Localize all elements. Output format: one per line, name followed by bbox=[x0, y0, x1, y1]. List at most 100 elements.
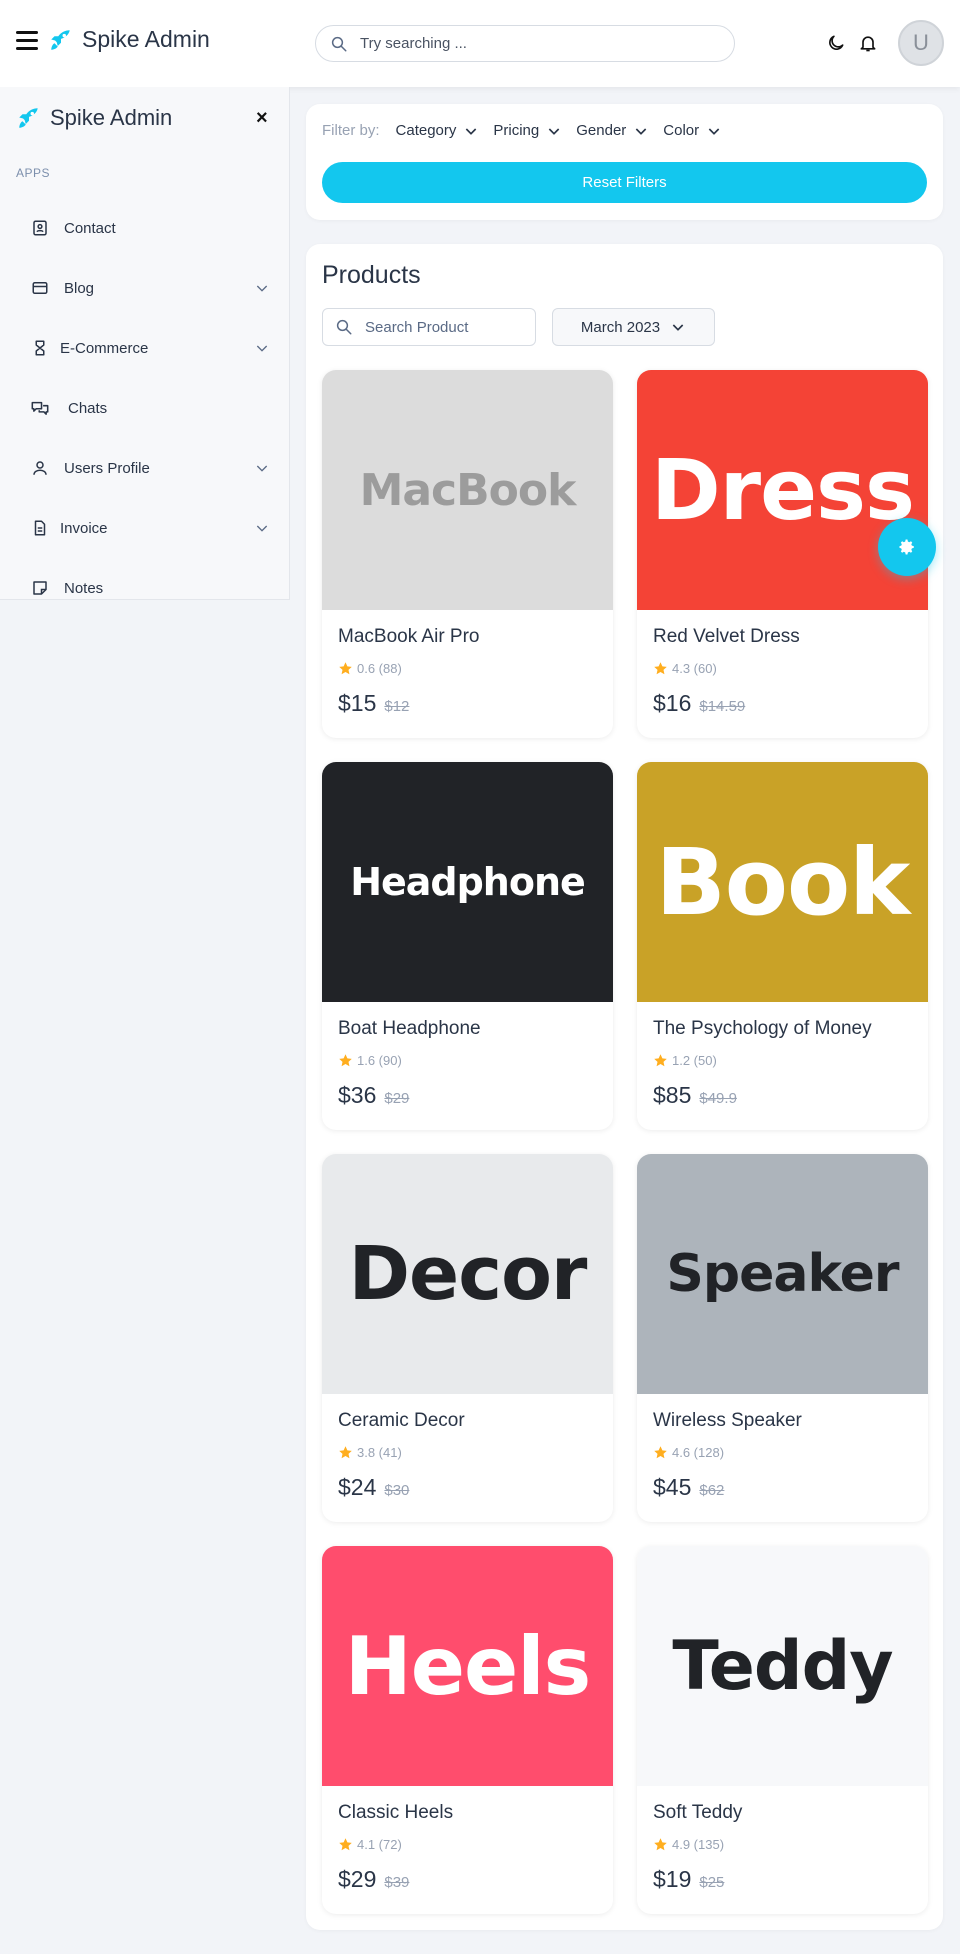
product-image-text: MacBook bbox=[359, 464, 577, 516]
sidebar-item-contact[interactable]: Contact bbox=[30, 213, 270, 243]
sidebar-brand-name: Spike Admin bbox=[50, 105, 173, 130]
product-image[interactable]: MacBook bbox=[322, 370, 613, 610]
product-image[interactable]: Teddy bbox=[637, 1546, 928, 1786]
price-current: $45 bbox=[653, 1474, 692, 1500]
filter-category-dropdown[interactable]: Category bbox=[396, 122, 480, 139]
product-search-input[interactable] bbox=[365, 318, 525, 336]
price-current: $15 bbox=[338, 690, 377, 716]
sidebar-item-users-profile[interactable]: Users Profile bbox=[30, 453, 270, 483]
product-name[interactable]: Soft Teddy bbox=[653, 1802, 742, 1824]
filter-dropdown-label: Pricing bbox=[493, 122, 540, 139]
rating-text: 4.3 (60) bbox=[672, 661, 717, 676]
date-select-label: March 2023 bbox=[580, 318, 661, 336]
close-icon[interactable]: × bbox=[256, 107, 268, 130]
filter-pricing-dropdown[interactable]: Pricing bbox=[493, 122, 562, 139]
price-current: $16 bbox=[653, 690, 692, 716]
menu-toggle-icon[interactable] bbox=[16, 31, 38, 51]
product-image-text: Dress bbox=[650, 441, 915, 539]
product-card[interactable]: Headphone Boat Headphone 1.6 (90) $36 $29 bbox=[322, 762, 613, 1130]
chevron-down-icon bbox=[672, 324, 684, 331]
filter-gender-dropdown[interactable]: Gender bbox=[576, 122, 649, 139]
product-card[interactable]: MacBook MacBook Air Pro 0.6 (88) $15 $12 bbox=[322, 370, 613, 738]
product-image[interactable]: Book bbox=[637, 762, 928, 1002]
star-icon bbox=[339, 1054, 352, 1067]
filter-color-dropdown[interactable]: Color bbox=[663, 122, 722, 139]
chevron-down-icon bbox=[708, 127, 720, 135]
chevron-down-icon bbox=[256, 285, 268, 292]
star-icon bbox=[339, 1838, 352, 1851]
product-card[interactable]: Heels Classic Heels 4.1 (72) $29 $39 bbox=[322, 1546, 613, 1914]
chevron-down-icon bbox=[636, 127, 647, 135]
product-card[interactable]: Speaker Wireless Speaker 4.6 (128) $45 $62 bbox=[637, 1154, 928, 1522]
sidebar-item-label: Notes bbox=[64, 579, 104, 597]
product-image-text: Book bbox=[655, 828, 911, 936]
sidebar-item-chats[interactable]: Chats bbox=[30, 393, 270, 423]
price-current: $85 bbox=[653, 1082, 692, 1108]
product-name[interactable]: Red Velvet Dress bbox=[653, 626, 800, 648]
product-image-text: Decor bbox=[348, 1231, 588, 1317]
star-icon bbox=[339, 662, 352, 675]
product-price: $24 $30 bbox=[338, 1474, 409, 1501]
date-select-button[interactable]: March 2023 bbox=[552, 308, 715, 346]
global-search-input[interactable] bbox=[360, 35, 700, 52]
brand-logo[interactable]: Spike Admin bbox=[48, 26, 210, 53]
rating-text: 1.2 (50) bbox=[672, 1053, 717, 1068]
product-name[interactable]: Boat Headphone bbox=[338, 1018, 481, 1040]
product-rating: 3.8 (41) bbox=[338, 1445, 402, 1460]
avatar-initial: U bbox=[913, 30, 929, 55]
product-name[interactable]: Ceramic Decor bbox=[338, 1410, 465, 1432]
price-current: $24 bbox=[338, 1474, 377, 1500]
search-icon bbox=[336, 319, 352, 335]
product-name[interactable]: The Psychology of Money bbox=[653, 1018, 872, 1040]
sidebar-item-label: Users Profile bbox=[64, 459, 150, 477]
product-image[interactable]: Decor bbox=[322, 1154, 613, 1394]
star-icon bbox=[654, 1446, 667, 1459]
product-name[interactable]: Classic Heels bbox=[338, 1802, 453, 1824]
product-rating: 4.3 (60) bbox=[653, 661, 717, 676]
sidebar-item-ecommerce[interactable]: E-Commerce bbox=[30, 333, 270, 363]
price-original: $49.9 bbox=[699, 1090, 737, 1107]
product-card[interactable]: Teddy Soft Teddy 4.9 (135) $19 $25 bbox=[637, 1546, 928, 1914]
product-card[interactable]: Decor Ceramic Decor 3.8 (41) $24 $30 bbox=[322, 1154, 613, 1522]
sidebar-item-blog[interactable]: Blog bbox=[30, 273, 270, 303]
filter-dropdown-label: Color bbox=[663, 122, 700, 139]
moon-icon[interactable] bbox=[824, 31, 848, 55]
product-name[interactable]: Wireless Speaker bbox=[653, 1410, 802, 1432]
product-card[interactable]: Book The Psychology of Money 1.2 (50) $85 $4… bbox=[637, 762, 928, 1130]
settings-fab[interactable] bbox=[878, 518, 936, 576]
sidebar-brand[interactable]: Spike Admin bbox=[16, 105, 172, 131]
global-search[interactable] bbox=[315, 25, 735, 62]
products-card: Products March 2023 MacBook MacBook Air P… bbox=[306, 244, 943, 1930]
rating-text: 3.8 (41) bbox=[357, 1445, 402, 1460]
product-name[interactable]: MacBook Air Pro bbox=[338, 626, 480, 648]
rating-text: 4.6 (128) bbox=[672, 1445, 725, 1460]
search-icon bbox=[331, 36, 347, 51]
price-original: $14.59 bbox=[699, 698, 746, 715]
price-original: $29 bbox=[384, 1090, 410, 1107]
chevron-down-icon bbox=[548, 127, 560, 135]
product-image-text: Speaker bbox=[666, 1244, 899, 1304]
chevron-down-icon bbox=[256, 345, 268, 352]
bell-icon[interactable] bbox=[856, 31, 880, 55]
sidebar-item-invoice[interactable]: Invoice bbox=[30, 513, 270, 543]
price-current: $29 bbox=[338, 1866, 377, 1892]
product-image[interactable]: Headphone bbox=[322, 762, 613, 1002]
product-image-text: Teddy bbox=[672, 1626, 893, 1706]
product-image-text: Heels bbox=[344, 1619, 592, 1713]
page-title: Products bbox=[322, 261, 421, 289]
product-rating: 4.9 (135) bbox=[653, 1837, 724, 1852]
product-rating: 4.1 (72) bbox=[338, 1837, 402, 1852]
product-image[interactable]: Dress bbox=[637, 370, 928, 610]
sidebar-item-notes[interactable]: Notes bbox=[30, 573, 270, 599]
product-image-text: Headphone bbox=[350, 860, 586, 904]
rocket-icon bbox=[19, 108, 38, 128]
sidebar-item-label: Chats bbox=[68, 399, 108, 417]
price-current: $19 bbox=[653, 1866, 692, 1892]
product-image[interactable]: Heels bbox=[322, 1546, 613, 1786]
product-image[interactable]: Speaker bbox=[637, 1154, 928, 1394]
gear-icon bbox=[899, 539, 914, 555]
product-price: $85 $49.9 bbox=[653, 1082, 737, 1109]
product-search[interactable] bbox=[322, 308, 536, 346]
avatar[interactable]: U bbox=[898, 20, 944, 66]
reset-filters-button[interactable]: Reset Filters bbox=[322, 162, 927, 203]
